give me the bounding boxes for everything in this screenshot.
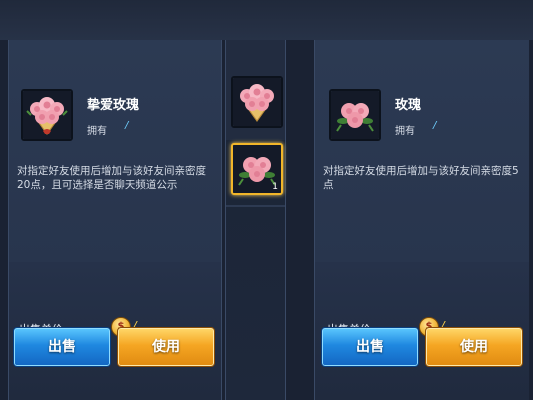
panel-upper-area (9, 40, 221, 262)
sell-button[interactable]: 出售 (321, 327, 419, 367)
inventory-slot-bouquet[interactable] (231, 76, 283, 128)
use-button[interactable]: 使用 (117, 327, 215, 367)
slot-quantity: 1 (272, 182, 278, 192)
own-label: 拥有 (395, 126, 415, 137)
item-description: 对指定好友使用后增加与该好友间亲密度5点 (323, 165, 519, 191)
inventory-slot-rose-selected[interactable]: 1 (231, 143, 283, 195)
sell-button[interactable]: 出售 (13, 327, 111, 367)
own-count: / (433, 120, 437, 131)
screen-edge (529, 40, 533, 400)
item-name: 挚爱玫瑰 (87, 98, 140, 113)
panel-gap (290, 40, 312, 400)
own-label: 拥有 (87, 126, 107, 137)
item-description: 对指定好友使用后增加与该好友间亲密度20点，且可选择是否聊天频道公示 (17, 165, 206, 191)
rose-icon (329, 89, 381, 141)
item-detail-panel-right: 玫瑰 拥有 / 对指定好友使用后增加与该好友间亲密度5点 出售单价 $ / 出售… (314, 40, 530, 400)
inventory-column: 1 (225, 40, 286, 400)
top-backdrop (0, 0, 533, 40)
own-count: / (125, 120, 129, 131)
use-button[interactable]: 使用 (425, 327, 523, 367)
column-divider (226, 205, 285, 207)
rose-bouquet-icon (21, 89, 73, 141)
panel-upper-area (315, 40, 529, 262)
item-detail-panel-left: 挚爱玫瑰 拥有 / 对指定好友使用后增加与该好友间亲密度20点，且可选择是否聊天… (8, 40, 222, 400)
rose-bouquet-icon (233, 78, 281, 126)
item-name: 玫瑰 (395, 98, 422, 113)
